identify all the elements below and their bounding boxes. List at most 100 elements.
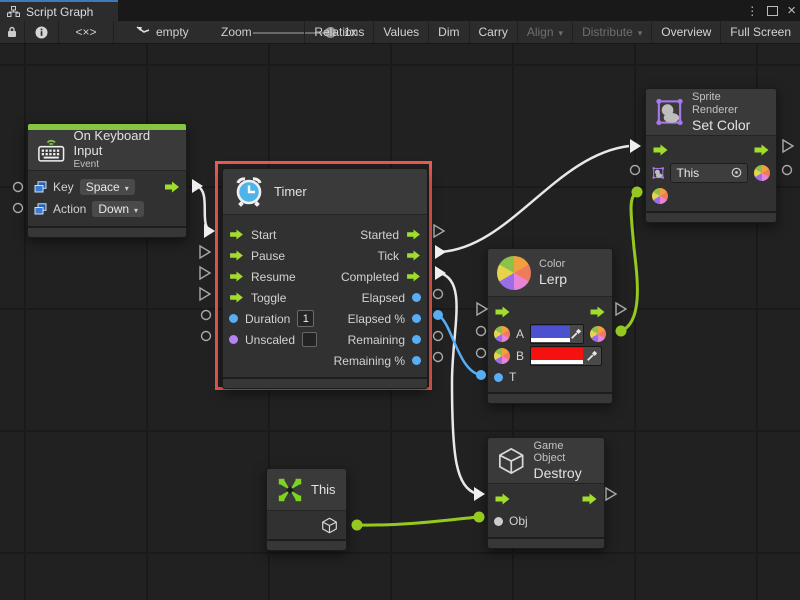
timer-output-label: Remaining % (334, 354, 405, 368)
maximize-icon[interactable] (767, 6, 778, 16)
timer-input-label: Pause (251, 249, 285, 263)
obj-input-port-icon[interactable] (494, 517, 503, 526)
duration-value-input[interactable]: 1 (297, 310, 314, 327)
value-output-port-icon[interactable] (412, 293, 421, 302)
relations-button[interactable]: Relations (304, 21, 373, 43)
trigger-output-port-icon[interactable] (164, 181, 180, 193)
close-icon[interactable]: × (787, 6, 796, 16)
node-title: This (311, 482, 336, 497)
node-timer[interactable]: Timer Start Started Pause Tick (222, 168, 428, 389)
lock-button[interactable] (0, 21, 25, 43)
node-footer (28, 226, 186, 237)
graph-toolbar: <×> empty Zoom 1x Relations Values Dim C… (0, 21, 800, 44)
flow-output-port-icon[interactable] (406, 271, 421, 282)
fullscreen-button[interactable]: Full Screen (720, 21, 800, 43)
node-header: Color Lerp (488, 249, 612, 297)
node-footer (488, 392, 612, 403)
tab-script-graph[interactable]: Script Graph (0, 0, 118, 21)
node-header: Timer (223, 169, 427, 215)
node-footer (488, 537, 604, 548)
value-output-port-icon[interactable] (412, 314, 421, 323)
value-output-port-icon[interactable] (412, 356, 421, 365)
flow-output-port-icon[interactable] (753, 144, 770, 156)
dim-button[interactable]: Dim (428, 21, 468, 43)
action-port-label: Action (53, 202, 86, 216)
info-button[interactable] (25, 21, 59, 43)
tab-bar: Script Graph ⋮ × (0, 0, 800, 21)
sprite-renderer-port-icon[interactable] (652, 165, 664, 181)
node-header: This (267, 469, 346, 511)
key-dropdown[interactable]: Space ▾ (80, 179, 135, 195)
flow-input-port-icon[interactable] (494, 306, 511, 318)
unscaled-checkbox[interactable] (302, 332, 317, 347)
timer-input-label: Start (251, 228, 276, 242)
window-menu-icon[interactable]: ⋮ (746, 4, 758, 18)
node-set-color[interactable]: Sprite Renderer Set Color This (645, 88, 777, 223)
node-destroy[interactable]: Game Object Destroy Obj (487, 437, 605, 549)
code-view-label: <×> (75, 25, 96, 39)
distribute-button[interactable]: Distribute▾ (572, 21, 651, 43)
flow-input-port-icon[interactable] (229, 250, 244, 261)
sprite-renderer-icon (655, 97, 684, 127)
flow-output-port-icon[interactable] (406, 250, 421, 261)
graph-pointer-breadcrumb[interactable]: empty (136, 21, 189, 43)
color-output-port-icon[interactable] (754, 165, 770, 181)
gameobject-output-port-icon[interactable] (321, 517, 338, 534)
key-port-label: Key (53, 180, 74, 194)
input-a-label: A (516, 327, 524, 341)
overview-button[interactable]: Overview (651, 21, 720, 43)
color-input-port-icon[interactable] (494, 326, 510, 342)
bool-input-port-icon[interactable] (229, 335, 238, 344)
node-header: On Keyboard Input Event (28, 130, 186, 171)
flow-input-port-icon[interactable] (652, 144, 669, 156)
values-button[interactable]: Values (373, 21, 428, 43)
color-wheel-icon (497, 256, 531, 290)
chevron-down-icon: ▾ (134, 206, 138, 215)
node-category: Sprite Renderer (692, 91, 767, 116)
eyedropper-icon[interactable] (570, 326, 583, 342)
node-footer (267, 539, 346, 550)
graph-pointer-icon (136, 26, 150, 38)
node-footer (223, 377, 427, 388)
color-input-port-icon[interactable] (652, 188, 668, 204)
align-button[interactable]: Align▾ (517, 21, 572, 43)
color-b-swatch[interactable] (530, 346, 602, 366)
action-dropdown[interactable]: Down ▾ (92, 201, 144, 217)
flow-input-port-icon[interactable] (494, 493, 511, 505)
flow-output-port-icon[interactable] (581, 493, 598, 505)
code-view-button[interactable]: <×> (59, 21, 114, 43)
carry-button[interactable]: Carry (469, 21, 517, 43)
value-output-port-icon[interactable] (412, 335, 421, 344)
chevron-down-icon: ▾ (638, 28, 643, 39)
node-footer (646, 211, 776, 222)
value-input-port-icon[interactable] (229, 314, 238, 323)
node-this[interactable]: This (266, 468, 347, 551)
node-header: Game Object Destroy (488, 438, 604, 484)
this-icon (276, 476, 304, 504)
flow-input-port-icon[interactable] (229, 292, 244, 303)
timer-output-label: Completed (341, 270, 399, 284)
node-subtitle: Event (73, 159, 177, 171)
renderer-target-field[interactable]: This (670, 163, 748, 183)
color-a-swatch[interactable] (530, 324, 584, 344)
flow-input-port-icon[interactable] (229, 271, 244, 282)
node-on-keyboard-input[interactable]: On Keyboard Input Event Key Space ▾ (27, 123, 187, 238)
keyboard-event-icon (37, 137, 65, 163)
color-input-port-icon[interactable] (494, 348, 510, 364)
unity-visual-scripting-window: Script Graph ⋮ × <×> (0, 0, 800, 600)
node-title: Lerp (539, 271, 567, 287)
timer-output-label: Tick (377, 249, 399, 263)
node-color-lerp[interactable]: Color Lerp A B (487, 248, 613, 404)
timer-input-label: Toggle (251, 291, 286, 305)
t-input-port-icon[interactable] (494, 373, 503, 382)
flow-output-port-icon[interactable] (589, 306, 606, 318)
tab-title: Script Graph (26, 5, 93, 19)
flow-input-port-icon[interactable] (229, 229, 244, 240)
node-title: On Keyboard Input (73, 129, 177, 159)
gameobject-icon (497, 446, 525, 476)
eyedropper-icon[interactable] (583, 348, 601, 364)
color-output-port-icon[interactable] (590, 326, 606, 342)
object-picker-icon[interactable] (731, 167, 742, 178)
info-icon (35, 26, 48, 39)
flow-output-port-icon[interactable] (406, 229, 421, 240)
